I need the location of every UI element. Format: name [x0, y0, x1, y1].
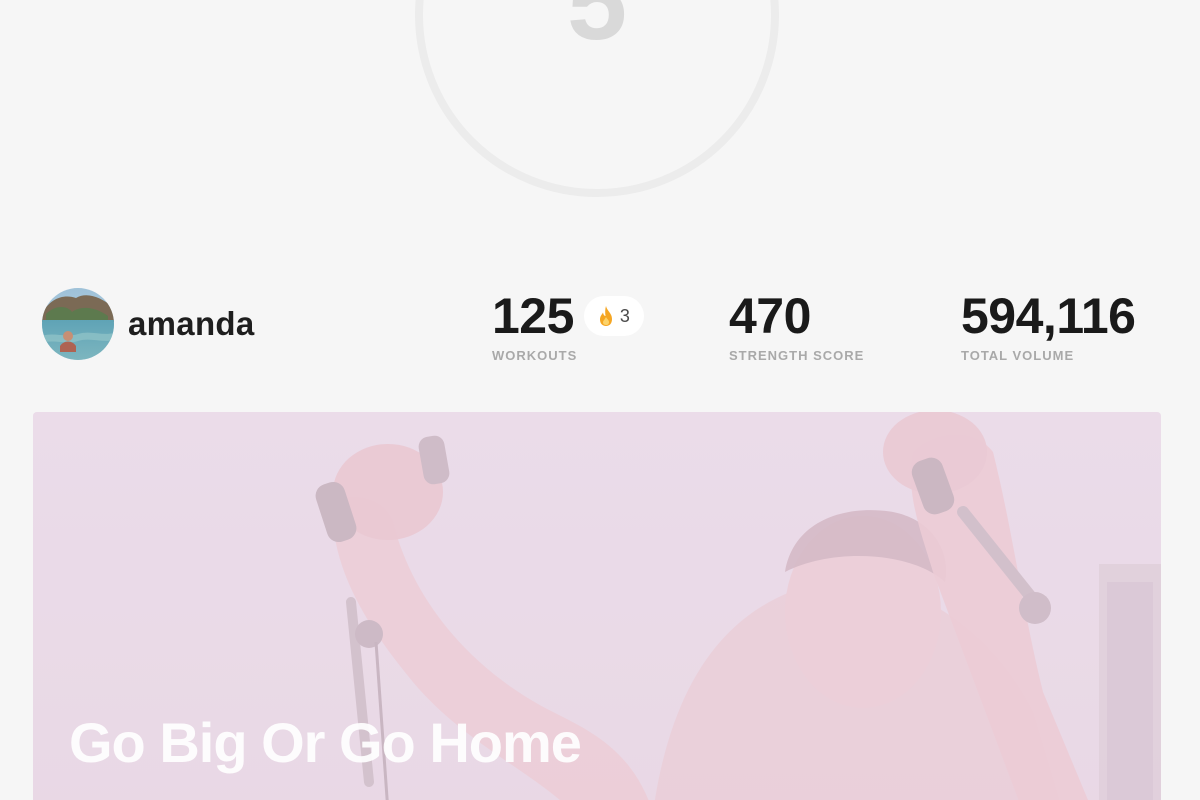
countdown-ring: 5 [412, 0, 782, 200]
strength-score-value: 470 [729, 288, 811, 344]
stat-workouts[interactable]: 125 3 WORKOUTS [492, 288, 644, 363]
strength-score-label: STRENGTH SCORE [729, 348, 865, 363]
page: 5 amanda 125 3 WORKOUTS 470 STRENGTH SCO… [0, 0, 1200, 800]
hero-card[interactable]: Go Big Or Go Home [33, 412, 1161, 800]
total-volume-value: 594,116 [961, 288, 1136, 344]
streak-badge[interactable]: 3 [583, 296, 644, 336]
stat-total-volume[interactable]: 594,116 TOTAL VOLUME [961, 288, 1136, 363]
workouts-label: WORKOUTS [492, 348, 578, 363]
streak-count: 3 [619, 305, 630, 326]
avatar[interactable] [42, 288, 114, 360]
username: amanda [128, 305, 255, 342]
profile[interactable]: amanda [42, 288, 255, 360]
total-volume-label: TOTAL VOLUME [961, 348, 1075, 363]
flame-icon [599, 306, 612, 326]
hero-title: Go Big Or Go Home [69, 711, 582, 774]
stat-strength-score[interactable]: 470 STRENGTH SCORE [729, 288, 864, 363]
countdown-number: 5 [566, 0, 628, 62]
avatar-photo-icon [42, 288, 114, 360]
workouts-value: 125 [492, 288, 574, 344]
